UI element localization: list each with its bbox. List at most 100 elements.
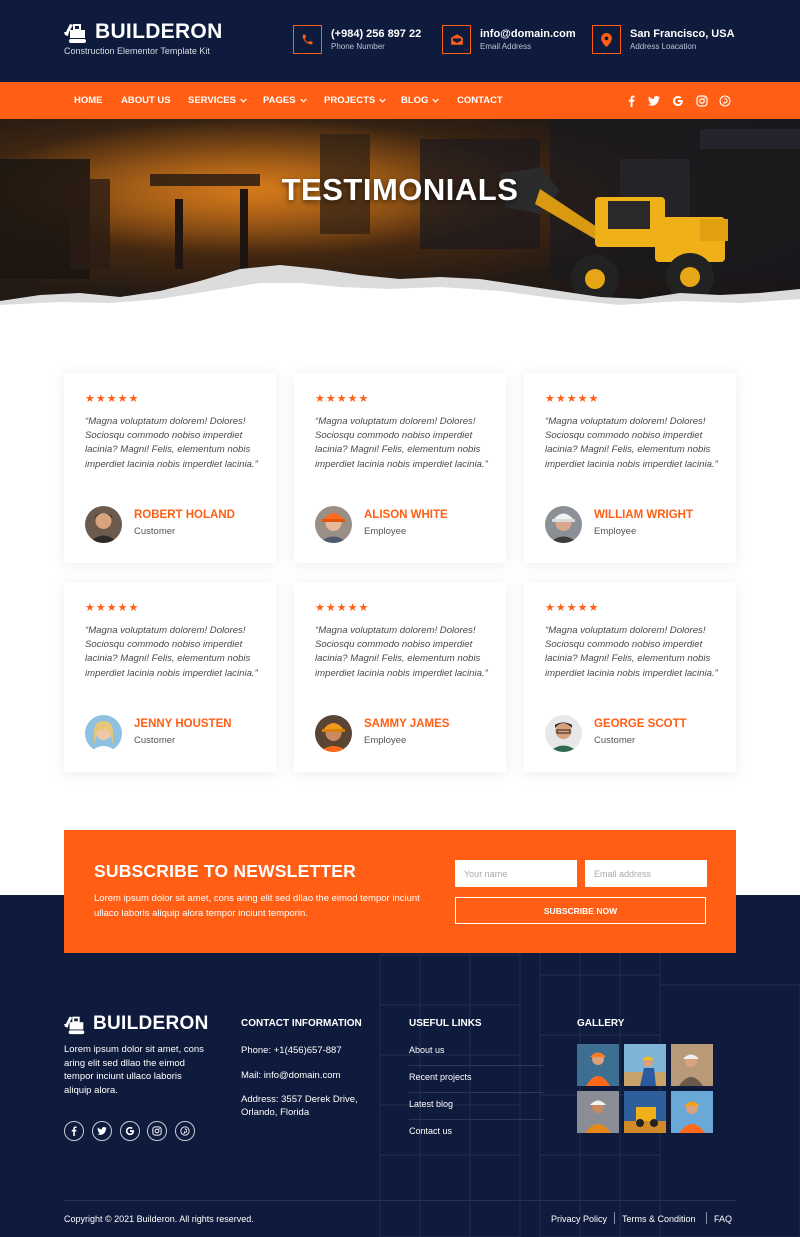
author-name: SAMMY JAMES <box>364 718 450 730</box>
hero-background-illustration <box>0 119 800 314</box>
nav-label: SERVICES <box>188 95 236 106</box>
avatar <box>545 715 582 752</box>
author-name: JENNY HOUSTEN <box>134 718 232 730</box>
google-icon[interactable] <box>120 1121 140 1141</box>
page-title: TESTIMONIALS <box>281 172 519 207</box>
rating-stars: ★★★★★ <box>315 602 370 614</box>
footer-logo[interactable]: BUILDERON <box>64 1013 209 1035</box>
facebook-icon[interactable] <box>624 94 638 108</box>
avatar <box>85 715 122 752</box>
footer-divider <box>64 1200 736 1201</box>
avatar <box>545 506 582 543</box>
chevron-down-icon <box>299 98 307 103</box>
gallery-thumbnail[interactable] <box>671 1091 713 1133</box>
phone-label: Phone Number <box>331 42 385 51</box>
nav-home[interactable]: HOME <box>74 95 103 106</box>
top-header: BUILDERON Construction Elementor Templat… <box>0 0 800 82</box>
phone-contact[interactable]: (+984) 256 897 22 Phone Number <box>293 25 421 54</box>
pinterest-icon[interactable] <box>175 1121 195 1141</box>
gallery-thumbnail[interactable] <box>671 1044 713 1086</box>
footer-link-blog[interactable]: Latest blog <box>409 1099 544 1120</box>
author-name: WILLIAM WRIGHT <box>594 509 694 521</box>
avatar <box>315 506 352 543</box>
gallery-thumbnail[interactable] <box>624 1044 666 1086</box>
newsletter-description: Lorem ipsum dolor sit amet, cons aring e… <box>94 893 420 919</box>
chevron-down-icon <box>432 98 440 103</box>
location-icon <box>592 25 621 54</box>
excavator-logo-icon <box>64 1016 85 1035</box>
terms-link[interactable]: Terms & Condition <box>622 1214 696 1224</box>
testimonial-quote: “Magna voluptatum dolorem! Dolores! Soci… <box>85 416 258 470</box>
contact-heading: CONTACT INFORMATION <box>241 1018 362 1029</box>
author-role: Customer <box>134 735 176 746</box>
email-input[interactable] <box>585 860 707 887</box>
pinterest-icon[interactable] <box>718 94 732 108</box>
gallery-thumbnail[interactable] <box>624 1091 666 1133</box>
twitter-icon[interactable] <box>647 94 661 108</box>
name-input[interactable] <box>455 860 577 887</box>
excavator-logo-icon <box>64 24 86 43</box>
chevron-down-icon <box>379 98 386 103</box>
testimonial-card: ★★★★★ “Magna voluptatum dolorem! Dolores… <box>294 373 506 563</box>
email-label: Email Address <box>480 42 532 51</box>
location-address: San Francisco, USA <box>630 28 735 40</box>
footer-about-text: Lorem ipsum dolor sit amet, cons aring e… <box>64 1044 204 1096</box>
nav-about[interactable]: ABOUT US <box>121 95 171 106</box>
footer-mail[interactable]: Mail: info@domain.com <box>241 1069 371 1082</box>
nav-label: ABOUT US <box>121 95 171 106</box>
privacy-policy-link[interactable]: Privacy Policy <box>551 1214 607 1224</box>
avatar <box>85 506 122 543</box>
author-role: Customer <box>594 735 636 746</box>
testimonial-quote: “Magna voluptatum dolorem! Dolores! Soci… <box>315 416 488 470</box>
brand-tagline: Construction Elementor Template Kit <box>64 46 210 56</box>
rating-stars: ★★★★★ <box>315 393 370 405</box>
testimonial-card: ★★★★★ “Magna voluptatum dolorem! Dolores… <box>64 373 276 563</box>
gallery-thumbnail[interactable] <box>577 1091 619 1133</box>
testimonial-card: ★★★★★ “Magna voluptatum dolorem! Dolores… <box>294 582 506 772</box>
footer-link-contact[interactable]: Contact us <box>409 1126 544 1146</box>
facebook-icon[interactable] <box>64 1121 84 1141</box>
footer-link-projects[interactable]: Recent projects <box>409 1072 544 1093</box>
main-nav: HOME ABOUT US SERVICES PAGES PROJECTS BL… <box>0 82 800 119</box>
testimonial-card: ★★★★★ “Magna voluptatum dolorem! Dolores… <box>524 373 736 563</box>
nav-contact[interactable]: CONTACT <box>457 95 503 106</box>
avatar <box>315 715 352 752</box>
instagram-icon[interactable] <box>147 1121 167 1141</box>
footer-link-about[interactable]: About us <box>409 1045 544 1066</box>
nav-services[interactable]: SERVICES <box>188 95 247 106</box>
instagram-icon[interactable] <box>695 94 709 108</box>
twitter-icon[interactable] <box>92 1121 112 1141</box>
subscribe-button[interactable]: SUBSCRIBE NOW <box>455 897 706 924</box>
nav-projects[interactable]: PROJECTS <box>324 95 386 106</box>
useful-links-heading: USEFUL LINKS <box>409 1018 482 1029</box>
newsletter-section: SUBSCRIBE TO NEWSLETTER Lorem ipsum dolo… <box>64 830 736 953</box>
nav-label: PROJECTS <box>324 95 376 106</box>
author-role: Employee <box>594 526 637 537</box>
brand-logo[interactable]: BUILDERON Construction Elementor Templat… <box>64 20 223 56</box>
nav-pages[interactable]: PAGES <box>263 95 307 106</box>
email-icon <box>442 25 471 54</box>
footer-phone[interactable]: Phone: +1(456)657-887 <box>241 1044 371 1057</box>
location-contact[interactable]: San Francisco, USA Address Loacation <box>592 25 735 54</box>
rating-stars: ★★★★★ <box>545 602 600 614</box>
gallery-thumbnail[interactable] <box>577 1044 619 1086</box>
testimonial-card: ★★★★★ “Magna voluptatum dolorem! Dolores… <box>524 582 736 772</box>
faq-link[interactable]: FAQ <box>714 1214 732 1224</box>
author-role: Employee <box>364 526 407 537</box>
legal-separator <box>614 1212 615 1224</box>
brand-name: BUILDERON <box>95 20 223 43</box>
nav-blog[interactable]: BLOG <box>401 95 440 106</box>
email-contact[interactable]: info@domain.com Email Address <box>442 25 576 54</box>
testimonial-card: ★★★★★ “Magna voluptatum dolorem! Dolores… <box>64 582 276 772</box>
nav-label: BLOG <box>401 95 429 106</box>
testimonial-quote: “Magna voluptatum dolorem! Dolores! Soci… <box>545 625 718 679</box>
email-address: info@domain.com <box>480 28 576 40</box>
footer-brand-name: BUILDERON <box>93 1013 209 1034</box>
nav-label: HOME <box>74 95 103 106</box>
gallery-heading: GALLERY <box>577 1018 625 1029</box>
newsletter-title: SUBSCRIBE TO NEWSLETTER <box>94 861 356 881</box>
google-icon[interactable] <box>671 94 685 108</box>
testimonial-quote: “Magna voluptatum dolorem! Dolores! Soci… <box>85 625 258 679</box>
testimonial-quote: “Magna voluptatum dolorem! Dolores! Soci… <box>315 625 488 679</box>
chevron-down-icon <box>240 98 247 103</box>
